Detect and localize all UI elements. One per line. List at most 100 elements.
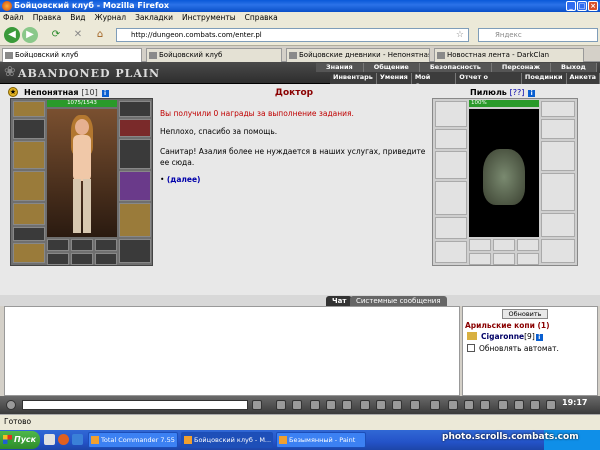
send-icon[interactable] (252, 400, 262, 410)
player-name: Непонятная (24, 88, 79, 97)
start-button[interactable]: Пуск (0, 431, 40, 449)
watermark: photo.scrolls.combats.com (442, 432, 579, 442)
tab-combats-2[interactable]: Бойцовский клуб (146, 48, 282, 62)
scroll-slot-6[interactable] (95, 253, 117, 265)
reload-icon[interactable]: ⟳ (48, 27, 64, 43)
music-icon[interactable] (360, 400, 370, 410)
user-icon[interactable] (310, 400, 320, 410)
tab-news[interactable]: Новостная лента - DarkClan (434, 48, 584, 62)
game-menu-communication[interactable]: Общение (363, 63, 420, 72)
troll-figure (483, 149, 525, 205)
maximize-icon[interactable]: □ (577, 1, 587, 11)
menu-bookmarks[interactable]: Закладки (135, 12, 173, 24)
bag-icon[interactable] (480, 400, 490, 410)
task-paint[interactable]: Безымянный - Paint (276, 432, 366, 448)
amulet-slot[interactable] (13, 119, 45, 139)
filter-icon[interactable] (342, 400, 352, 410)
smile-icon[interactable] (276, 400, 286, 410)
minimize-icon[interactable]: _ (566, 1, 576, 11)
opp-offhand-slot (541, 141, 575, 171)
auto-refresh-checkbox[interactable] (467, 344, 475, 352)
opponent-avatar[interactable] (469, 109, 539, 237)
offhand-slot[interactable] (119, 139, 151, 169)
sword-icon[interactable] (410, 400, 420, 410)
armor-slot[interactable] (13, 171, 45, 201)
back-icon[interactable]: ◀ (4, 27, 20, 43)
potion-icon[interactable] (498, 400, 508, 410)
menu-history[interactable]: Журнал (95, 12, 127, 24)
scroll-slot-4[interactable] (47, 253, 69, 265)
gloves-slot[interactable] (119, 119, 151, 137)
scroll-slot-5[interactable] (71, 253, 93, 265)
bookmark-star-icon[interactable]: ☆ (456, 29, 464, 41)
shield-slot[interactable] (119, 171, 151, 201)
menu-help[interactable]: Справка (245, 12, 278, 24)
opp-gloves-slot (541, 119, 575, 139)
map-icon[interactable] (376, 400, 386, 410)
home-icon[interactable]: ⌂ (92, 27, 108, 43)
online-player-name[interactable]: Cigaronne (481, 332, 524, 341)
next-link[interactable]: (далее) (167, 175, 201, 184)
scroll-slot-3[interactable] (95, 239, 117, 251)
help-icon[interactable] (546, 400, 556, 410)
scroll-slot-2[interactable] (71, 239, 93, 251)
url-text: http://dungeon.combats.com/enter.pl (131, 31, 262, 39)
crown-slot[interactable] (13, 243, 45, 263)
player-equipment-frame: 1075/1543 (10, 98, 153, 266)
refresh-button[interactable]: Обновить (502, 309, 548, 319)
helmet-icon[interactable] (430, 400, 440, 410)
belt-slot[interactable] (13, 203, 45, 225)
menu-view[interactable]: Вид (70, 12, 85, 24)
game-menu-character[interactable]: Персонаж (491, 63, 552, 72)
game-header: ❀ ABANDONED PLAIN Знания Общение Безопас… (0, 62, 600, 91)
boots-slot[interactable] (119, 239, 151, 263)
tab-icon (149, 52, 157, 59)
tab-system-messages[interactable]: Системные сообщения (350, 296, 447, 306)
menu-tools[interactable]: Инструменты (182, 12, 236, 24)
ring-slot[interactable] (13, 227, 45, 241)
tab-combats-1[interactable]: Бойцовский клуб (2, 48, 142, 62)
exit-icon[interactable] (530, 400, 540, 410)
task-firefox[interactable]: Бойцовский клуб - М... (181, 432, 273, 448)
gear-icon[interactable] (514, 400, 524, 410)
save-icon[interactable] (326, 400, 336, 410)
avatar-head (75, 119, 89, 135)
player-name-label: Непонятная [10] i (24, 88, 109, 97)
search-input[interactable]: Яндекс (478, 28, 598, 42)
brush-icon[interactable] (292, 400, 302, 410)
navigation-toolbar: ◀ ▶ ⟳ ✕ ⌂ http://dungeon.combats.com/ent… (0, 24, 600, 46)
tab-label: Бойцовские дневники - Непонятная (299, 51, 430, 59)
scroll-icon[interactable] (464, 400, 474, 410)
game-menu-exit[interactable]: Выход (551, 63, 597, 72)
stop-icon[interactable]: ✕ (70, 27, 86, 43)
quicklaunch-ie-icon[interactable] (72, 434, 83, 445)
pants-slot[interactable] (119, 203, 151, 237)
chat-input[interactable] (22, 400, 248, 410)
tab-chat[interactable]: Чат (326, 296, 353, 306)
player-info-icon[interactable]: i (101, 90, 109, 97)
opponent-info-icon[interactable]: i (528, 90, 536, 97)
close-icon[interactable]: × (588, 1, 598, 11)
online-player[interactable]: Cigaronne[9] i (481, 332, 543, 341)
clock-icon[interactable] (392, 400, 402, 410)
tab-diaries[interactable]: Бойцовские дневники - Непонятная (286, 48, 430, 62)
menu-edit[interactable]: Правка (33, 12, 62, 24)
url-input[interactable]: http://dungeon.combats.com/enter.pl ☆ (116, 28, 469, 42)
task-total-commander[interactable]: Total Commander 7.55 - ... (88, 432, 178, 448)
player-avatar[interactable] (47, 109, 117, 237)
quicklaunch-desktop-icon[interactable] (44, 434, 55, 445)
chat-log[interactable] (4, 306, 460, 396)
forward-icon[interactable]: ▶ (22, 27, 38, 43)
game-menu-security[interactable]: Безопасность (419, 63, 492, 72)
menu-file[interactable]: Файл (3, 12, 24, 24)
quicklaunch-firefox-icon[interactable] (58, 434, 69, 445)
task-label: Total Commander 7.55 - ... (101, 436, 177, 444)
online-player-info-icon[interactable]: i (535, 334, 543, 341)
chat-mode-icon[interactable] (6, 400, 16, 410)
game-menu-knowledge[interactable]: Знания (316, 63, 364, 72)
scroll-slot-1[interactable] (47, 239, 69, 251)
weapon-slot[interactable] (13, 141, 45, 169)
earring-slot[interactable] (119, 101, 151, 117)
book-icon[interactable] (448, 400, 458, 410)
helmet-slot[interactable] (13, 101, 45, 117)
